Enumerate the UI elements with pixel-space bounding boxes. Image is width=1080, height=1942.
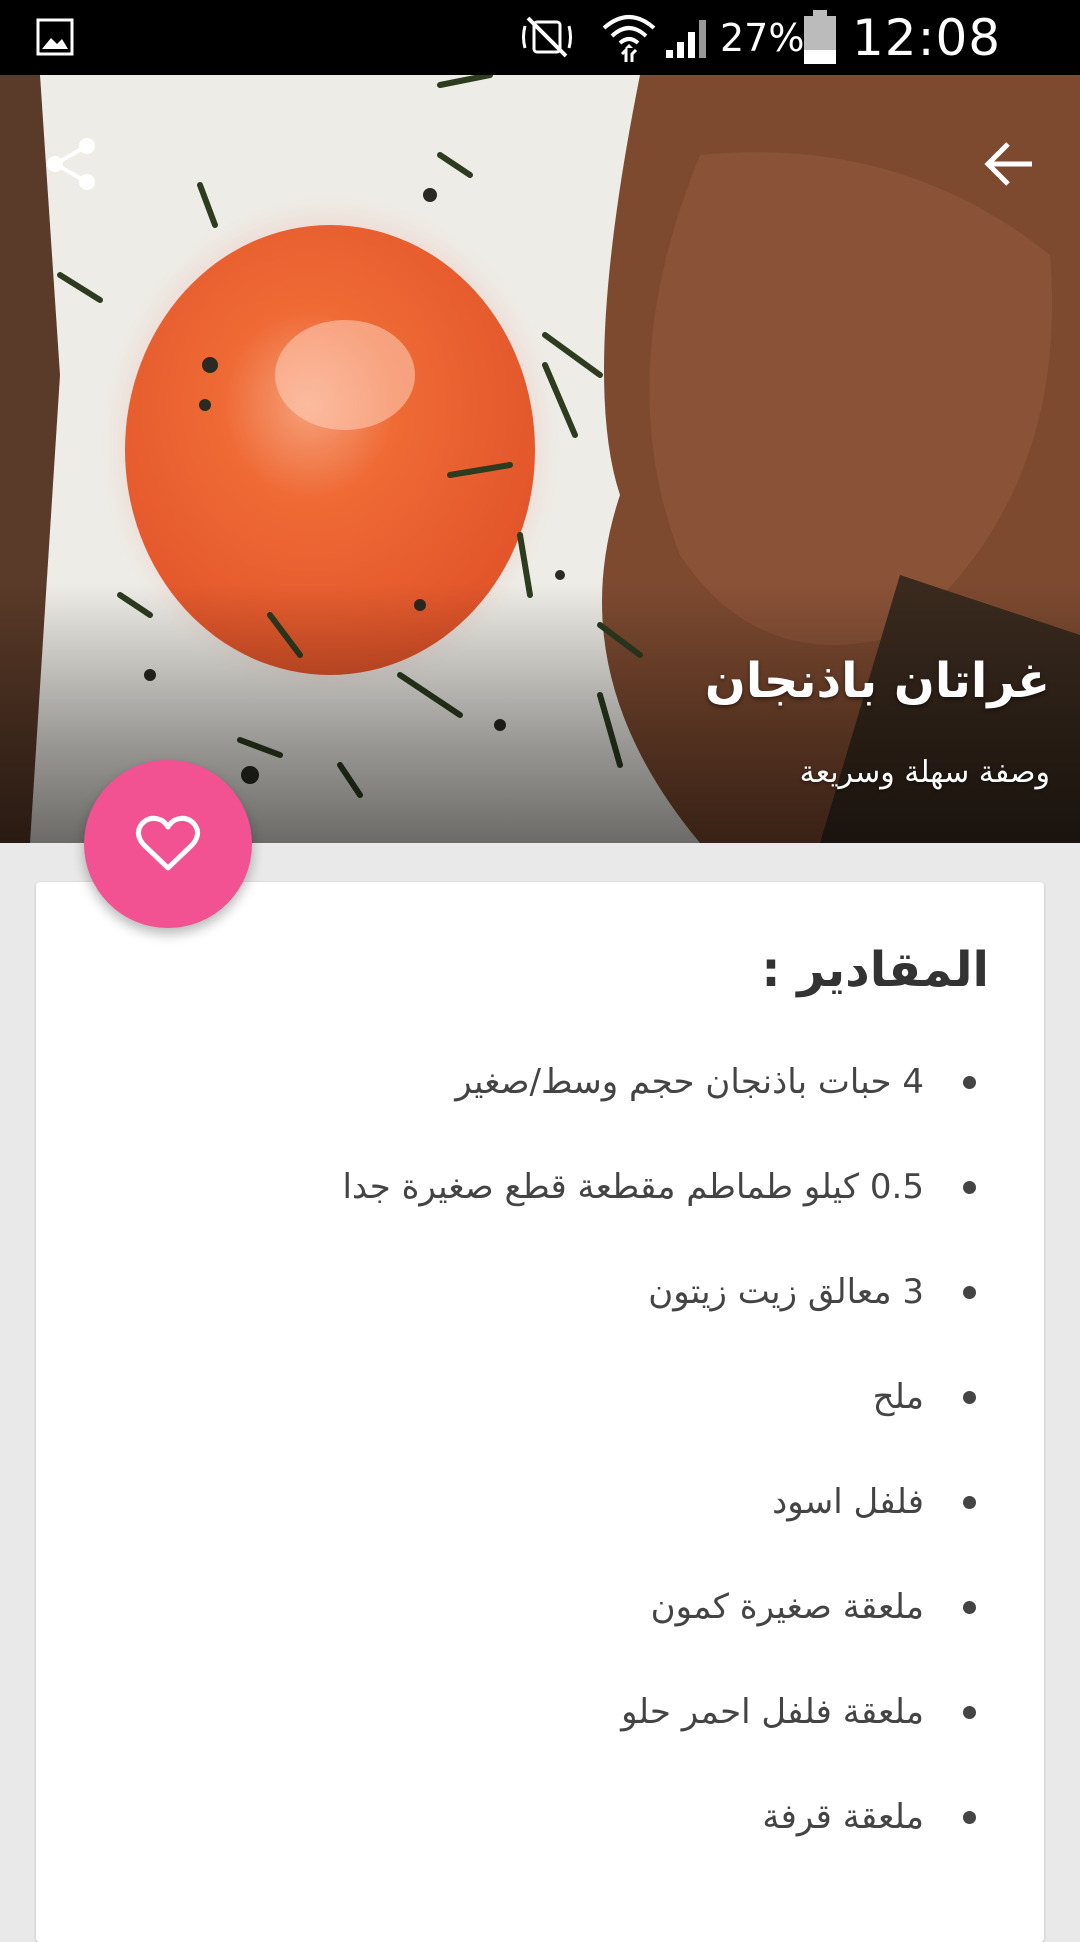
list-item: 4 حبات باذنجان حجم وسط/صغير <box>64 1030 976 1135</box>
arrow-back-icon <box>984 142 1032 186</box>
ingredients-title: المقادير : <box>761 942 989 998</box>
list-item: 0.5 كيلو طماطم مقطعة قطع صغيرة جدا <box>64 1135 976 1240</box>
bullet-icon <box>963 1601 976 1614</box>
ingredient-text: 0.5 كيلو طماطم مقطعة قطع صغيرة جدا <box>342 1167 924 1207</box>
ingredient-text: 3 معالق زيت زيتون <box>648 1272 924 1312</box>
ingredient-text: ملعقة فلفل احمر حلو <box>621 1692 924 1732</box>
wifi-icon <box>602 15 656 62</box>
heart-outline-icon <box>135 815 201 871</box>
list-item: ملعقة فلفل احمر حلو <box>64 1660 976 1765</box>
bullet-icon <box>963 1076 976 1089</box>
recipe-subtitle: وصفة سهلة وسريعة <box>799 755 1050 790</box>
bullet-icon <box>963 1181 976 1194</box>
ingredient-text: ملعقة قرفة <box>762 1797 924 1837</box>
back-button[interactable] <box>972 127 1046 201</box>
bullet-icon <box>963 1391 976 1404</box>
recipe-title: غراتان باذنجان <box>704 653 1050 709</box>
favorite-button[interactable] <box>84 760 252 928</box>
ingredient-text: 4 حبات باذنجان حجم وسط/صغير <box>455 1062 924 1102</box>
list-item: فلفل اسود <box>64 1450 976 1555</box>
share-button[interactable] <box>34 127 108 201</box>
battery-percent: 27% <box>720 16 805 60</box>
ingredients-list: 4 حبات باذنجان حجم وسط/صغير 0.5 كيلو طما… <box>64 1030 976 1870</box>
battery-icon <box>804 10 836 64</box>
bullet-icon <box>963 1706 976 1719</box>
status-bar: 27% 12:08 AM <box>0 0 1080 127</box>
list-item: ملعقة صغيرة كمون <box>64 1555 976 1660</box>
share-icon <box>47 138 95 190</box>
ingredient-text: ملح <box>872 1377 924 1417</box>
recipe-hero-image: غراتان باذنجان وصفة سهلة وسريعة <box>0 75 1080 843</box>
bullet-icon <box>963 1286 976 1299</box>
mute-icon <box>522 16 572 58</box>
ingredient-text: فلفل اسود <box>772 1482 924 1522</box>
ingredients-card: المقادير : 4 حبات باذنجان حجم وسط/صغير 0… <box>36 882 1044 1942</box>
list-item: 3 معالق زيت زيتون <box>64 1240 976 1345</box>
bullet-icon <box>963 1811 976 1824</box>
gallery-icon <box>36 18 74 56</box>
bullet-icon <box>963 1496 976 1509</box>
list-item: ملعقة قرفة <box>64 1765 976 1870</box>
signal-icon <box>666 20 706 58</box>
ingredient-text: ملعقة صغيرة كمون <box>650 1587 924 1627</box>
list-item: ملح <box>64 1345 976 1450</box>
